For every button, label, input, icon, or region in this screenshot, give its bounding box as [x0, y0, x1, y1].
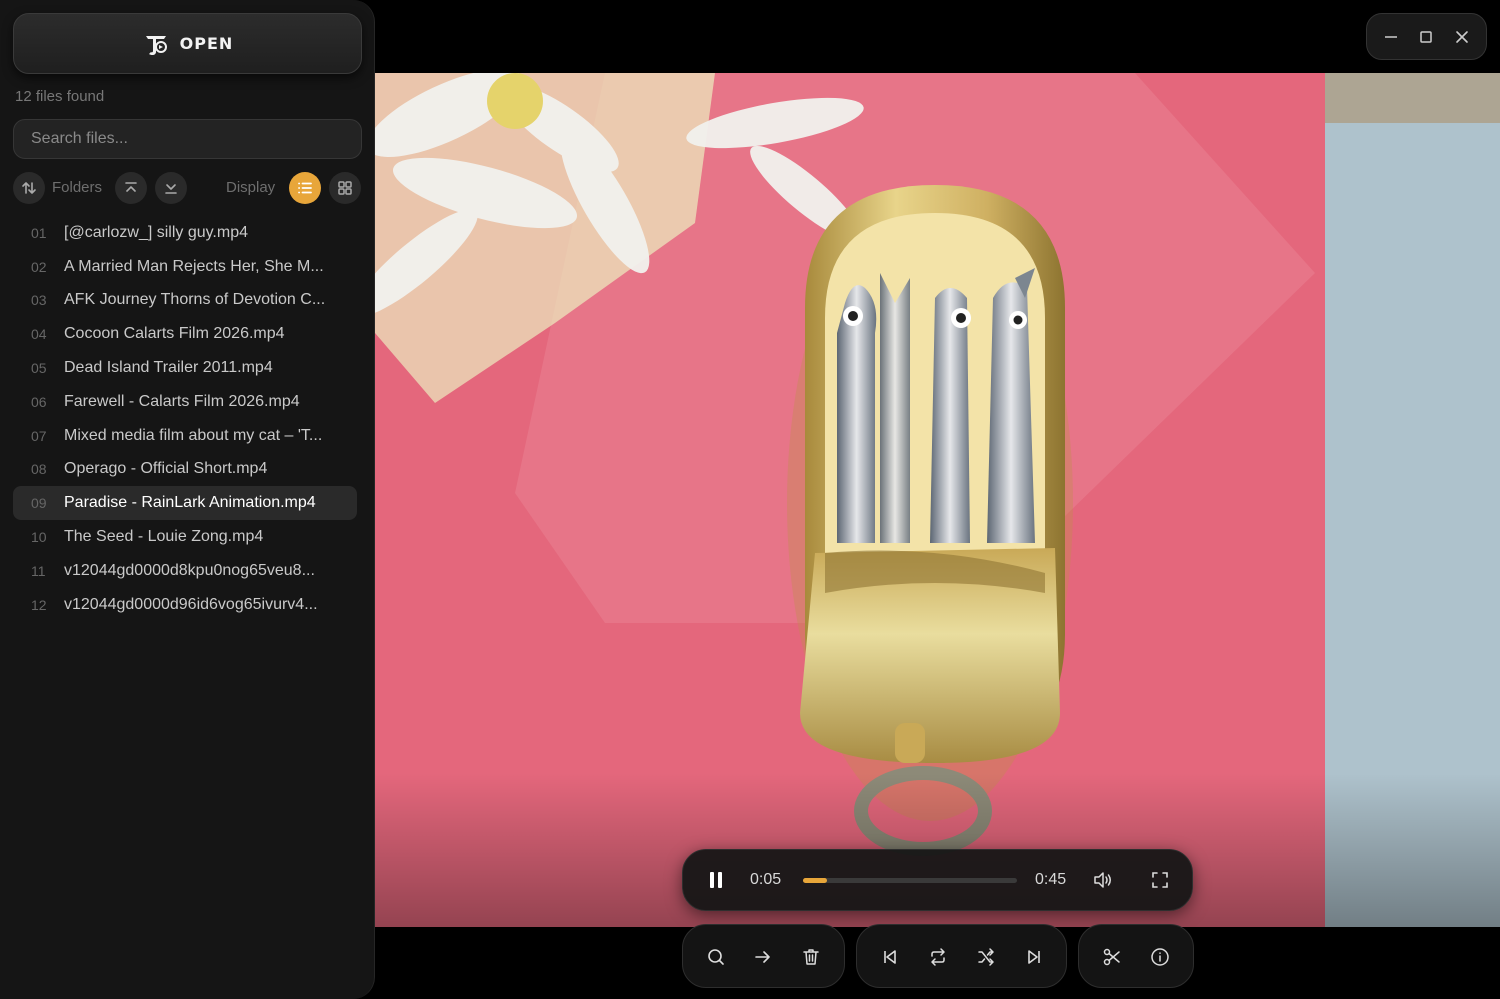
- file-list-item[interactable]: 10 The Seed - Louie Zong.mp4: [13, 520, 357, 554]
- sidebar: OPEN 12 files found Folders: [0, 0, 375, 999]
- video-illustration: [375, 73, 1500, 927]
- file-name: Operago - Official Short.mp4: [64, 460, 268, 478]
- folders-label: Folders: [52, 179, 103, 196]
- fullscreen-icon: [1152, 872, 1168, 888]
- skip-next-icon: [1028, 950, 1040, 964]
- file-list-item[interactable]: 04 Cocoon Calarts Film 2026.mp4: [13, 317, 357, 351]
- expand-all-button[interactable]: [155, 172, 187, 204]
- sidebar-toolbar: Folders Display: [13, 172, 362, 204]
- file-name: v12044gd0000d96id6vog65ivurv4...: [64, 595, 318, 613]
- file-list-item[interactable]: 03 AFK Journey Thorns of Devotion C...: [13, 284, 357, 318]
- file-name: The Seed - Louie Zong.mp4: [64, 528, 264, 546]
- collapse-all-button[interactable]: [115, 172, 147, 204]
- seek-bar-fill: [803, 878, 827, 883]
- file-number: 06: [31, 393, 47, 410]
- repeat-icon: [931, 948, 945, 966]
- file-name: A Married Man Rejects Her, She M...: [64, 257, 324, 275]
- search-icon: [708, 949, 724, 965]
- list-view-button[interactable]: [289, 172, 321, 204]
- tools-group: [1078, 924, 1194, 988]
- maximize-icon: [1420, 30, 1433, 43]
- fullscreen-button[interactable]: [1145, 865, 1175, 895]
- file-list-item[interactable]: 11 v12044gd0000d8kpu0nog65veu8...: [13, 554, 357, 588]
- files-count: 12 files found: [15, 88, 105, 105]
- app-logo-icon: [142, 30, 170, 58]
- open-button[interactable]: OPEN: [13, 13, 362, 74]
- file-actions-group: [682, 924, 845, 988]
- file-name: Mixed media film about my cat – 'T...: [64, 426, 323, 444]
- file-number: 07: [31, 427, 47, 444]
- skip-previous-icon: [884, 950, 896, 964]
- pause-icon: [710, 872, 722, 888]
- file-list-item[interactable]: 07 Mixed media film about my cat – 'T...: [13, 419, 357, 453]
- sort-button[interactable]: [13, 172, 45, 204]
- grid-view-icon: [336, 179, 354, 197]
- file-list-item[interactable]: 12 v12044gd0000d96id6vog65ivurv4...: [13, 588, 357, 622]
- file-list-item[interactable]: 06 Farewell - Calarts Film 2026.mp4: [13, 385, 357, 419]
- file-number: 03: [31, 292, 47, 309]
- arrow-right-icon: [755, 951, 770, 963]
- shuffle-button[interactable]: [970, 941, 1002, 973]
- file-name: AFK Journey Thorns of Devotion C...: [64, 291, 326, 309]
- info-icon: [1151, 948, 1169, 966]
- video-frame[interactable]: [375, 73, 1500, 927]
- list-view-icon: [296, 179, 314, 197]
- grid-view-button[interactable]: [329, 172, 361, 204]
- window-controls: [1366, 13, 1487, 60]
- file-list-item[interactable]: 01 [@carlozw_] silly guy.mp4: [13, 216, 357, 250]
- file-list-item[interactable]: 09 Paradise - RainLark Animation.mp4: [13, 486, 357, 521]
- display-label: Display: [226, 179, 276, 196]
- playlist-controls-group: [856, 924, 1067, 988]
- delete-button[interactable]: [795, 941, 827, 973]
- shuffle-icon: [978, 948, 994, 966]
- file-number: 09: [31, 495, 47, 512]
- file-name: Farewell - Calarts Film 2026.mp4: [64, 392, 300, 410]
- file-name: Paradise - RainLark Animation.mp4: [64, 494, 316, 512]
- collapse-all-icon: [123, 180, 139, 196]
- sort-icon: [20, 179, 38, 197]
- file-number: 05: [31, 360, 47, 377]
- open-button-label: OPEN: [179, 34, 234, 53]
- maximize-button[interactable]: [1410, 21, 1442, 53]
- file-number: 10: [31, 529, 47, 546]
- previous-button[interactable]: [874, 941, 906, 973]
- file-name: Dead Island Trailer 2011.mp4: [64, 359, 273, 377]
- repeat-button[interactable]: [922, 941, 954, 973]
- current-time: 0:05: [750, 871, 782, 888]
- file-number: 02: [31, 258, 47, 275]
- minimize-button[interactable]: [1375, 21, 1407, 53]
- file-list-item[interactable]: 08 Operago - Official Short.mp4: [13, 453, 357, 487]
- info-button[interactable]: [1144, 941, 1176, 973]
- trash-icon: [803, 949, 819, 965]
- file-number: 01: [31, 224, 47, 241]
- file-number: 04: [31, 326, 47, 343]
- expand-all-icon: [163, 180, 179, 196]
- close-icon: [1456, 30, 1468, 43]
- file-number: 08: [31, 461, 47, 478]
- file-number: 12: [31, 596, 47, 613]
- cut-button[interactable]: [1096, 941, 1128, 973]
- file-name: [@carlozw_] silly guy.mp4: [64, 223, 248, 241]
- search-input[interactable]: [13, 119, 362, 159]
- move-button[interactable]: [747, 941, 779, 973]
- file-number: 11: [31, 562, 46, 579]
- file-list-item[interactable]: 05 Dead Island Trailer 2011.mp4: [13, 351, 357, 385]
- duration: 0:45: [1035, 871, 1067, 888]
- seek-bar[interactable]: [803, 878, 1017, 883]
- file-list-item[interactable]: 02 A Married Man Rejects Her, She M...: [13, 250, 357, 284]
- pause-button[interactable]: [701, 865, 731, 895]
- volume-icon: [1094, 872, 1111, 888]
- file-name: Cocoon Calarts Film 2026.mp4: [64, 325, 285, 343]
- playback-bar: 0:05 0:45: [682, 849, 1193, 911]
- volume-button[interactable]: [1088, 865, 1118, 895]
- file-name: v12044gd0000d8kpu0nog65veu8...: [64, 561, 315, 579]
- close-button[interactable]: [1446, 21, 1478, 53]
- minimize-icon: [1384, 35, 1397, 38]
- search-button[interactable]: [700, 941, 732, 973]
- next-button[interactable]: [1018, 941, 1050, 973]
- scissors-icon: [1103, 948, 1120, 966]
- file-list: 01 [@carlozw_] silly guy.mp4 02 A Married M…: [13, 216, 357, 622]
